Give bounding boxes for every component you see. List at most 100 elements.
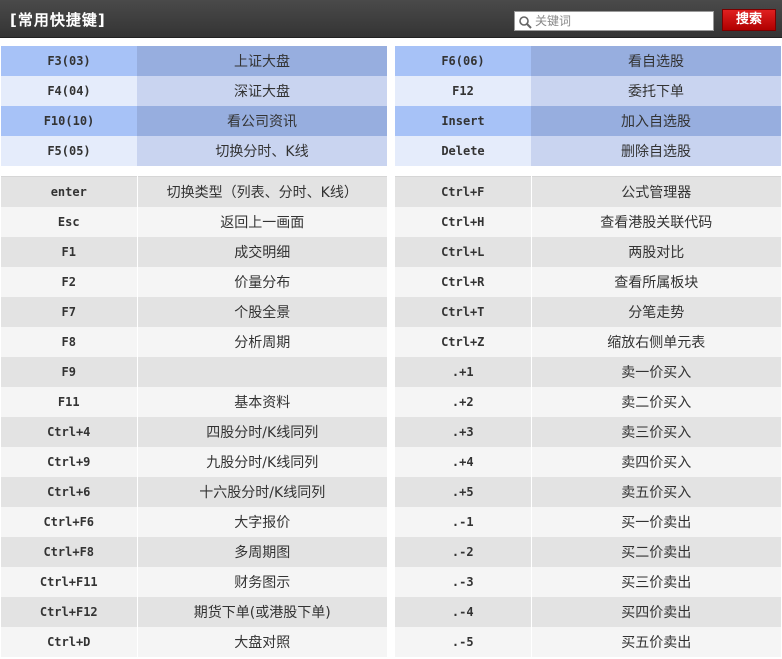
table-row: Delete 删除自选股 xyxy=(395,136,781,166)
table-row: .-4 买四价卖出 xyxy=(395,596,781,627)
shortcut-table-top-left: F3(03) 上证大盘 F4(04) 深证大盘 F10(10) 看公司资讯 F5(05) 切换… xyxy=(1,46,387,166)
shortcut-function: 九股分时/K线同列 xyxy=(136,446,387,477)
header-bar: [常用快捷键] 搜索 xyxy=(0,0,782,38)
shortcut-key: .-4 xyxy=(395,596,531,627)
shortcut-function: 卖四价买入 xyxy=(530,446,781,477)
search-button[interactable]: 搜索 xyxy=(722,9,776,31)
shortcut-function: 深证大盘 xyxy=(137,76,387,106)
table-row: F2 价量分布 xyxy=(1,266,387,297)
shortcut-function: 加入自选股 xyxy=(531,106,781,136)
table-row: Ctrl+F6 大字报价 xyxy=(1,506,387,537)
shortcut-key: F2 xyxy=(1,266,137,297)
shortcut-function: 切换分时、K线 xyxy=(137,136,387,166)
table-row: F3(03) 上证大盘 xyxy=(1,46,387,76)
shortcut-table-bottom-left: enter 切换类型（列表、分时、K线） Esc 返回上一画面 F1 成交明细 F2 价量分布… xyxy=(1,176,387,657)
shortcut-function: 多周期图 xyxy=(136,536,387,567)
table-row: F9 xyxy=(1,356,387,387)
shortcut-key: Ctrl+F xyxy=(395,176,531,207)
table-row: Ctrl+R 查看所属板块 xyxy=(395,266,781,297)
search-input[interactable] xyxy=(535,13,711,29)
shortcut-function: 查看港股关联代码 xyxy=(530,206,781,237)
shortcut-function: 看公司资讯 xyxy=(137,106,387,136)
shortcut-key: F8 xyxy=(1,326,137,357)
table-row: Ctrl+9 九股分时/K线同列 xyxy=(1,446,387,477)
shortcut-function: 期货下单(或港股下单) xyxy=(136,596,387,627)
shortcut-function: 上证大盘 xyxy=(137,46,387,76)
table-row: Ctrl+F 公式管理器 xyxy=(395,176,781,207)
shortcut-key: F9 xyxy=(1,356,137,387)
table-row: .+2 卖二价买入 xyxy=(395,386,781,417)
shortcut-key: enter xyxy=(1,176,137,207)
table-row: Ctrl+L 两股对比 xyxy=(395,236,781,267)
table-row: Ctrl+F8 多周期图 xyxy=(1,536,387,567)
table-row: F6(06) 看自选股 xyxy=(395,46,781,76)
table-row: F8 分析周期 xyxy=(1,326,387,357)
table-row: .+1 卖一价买入 xyxy=(395,356,781,387)
table-row: Ctrl+F12 期货下单(或港股下单) xyxy=(1,596,387,627)
shortcut-key: .-3 xyxy=(395,566,531,597)
shortcut-function: 公式管理器 xyxy=(530,176,781,207)
table-row: .+3 卖三价买入 xyxy=(395,416,781,447)
shortcut-key: .+2 xyxy=(395,386,531,417)
shortcut-function: 基本资料 xyxy=(136,386,387,417)
shortcut-key: F3(03) xyxy=(1,46,137,76)
table-row: Insert 加入自选股 xyxy=(395,106,781,136)
shortcut-key: .+3 xyxy=(395,416,531,447)
shortcut-table-top-right: F6(06) 看自选股 F12 委托下单 Insert 加入自选股 Delete 删除自选股 xyxy=(395,46,781,166)
table-row: F7 个股全景 xyxy=(1,296,387,327)
shortcut-function: 分笔走势 xyxy=(530,296,781,327)
shortcut-key: Esc xyxy=(1,206,137,237)
shortcut-key: Ctrl+Z xyxy=(395,326,531,357)
shortcut-function: 买五价卖出 xyxy=(530,626,781,657)
shortcut-key: Insert xyxy=(395,106,531,136)
shortcut-function: 缩放右侧单元表 xyxy=(530,326,781,357)
shortcut-key: Ctrl+9 xyxy=(1,446,137,477)
table-row: F11 基本资料 xyxy=(1,386,387,417)
shortcut-key: .+5 xyxy=(395,476,531,507)
shortcut-function: 卖一价买入 xyxy=(530,356,781,387)
table-row: F10(10) 看公司资讯 xyxy=(1,106,387,136)
shortcut-key: Ctrl+6 xyxy=(1,476,137,507)
shortcut-function: 查看所属板块 xyxy=(530,266,781,297)
shortcut-key: Ctrl+H xyxy=(395,206,531,237)
shortcut-key: F4(04) xyxy=(1,76,137,106)
shortcut-function: 卖二价买入 xyxy=(530,386,781,417)
shortcut-function: 买一价卖出 xyxy=(530,506,781,537)
shortcut-key: .-1 xyxy=(395,506,531,537)
shortcut-key: Ctrl+F6 xyxy=(1,506,137,537)
table-row: enter 切换类型（列表、分时、K线） xyxy=(1,176,387,207)
shortcut-key: F10(10) xyxy=(1,106,137,136)
search-box[interactable] xyxy=(514,11,714,31)
shortcut-function: 两股对比 xyxy=(530,236,781,267)
table-row: .+5 卖五价买入 xyxy=(395,476,781,507)
shortcut-key: Ctrl+D xyxy=(1,626,137,657)
shortcut-key: F12 xyxy=(395,76,531,106)
table-row: Ctrl+T 分笔走势 xyxy=(395,296,781,327)
shortcut-key: Delete xyxy=(395,136,531,166)
table-row: Ctrl+D 大盘对照 xyxy=(1,626,387,657)
table-row: .-2 买二价卖出 xyxy=(395,536,781,567)
shortcut-key: F5(05) xyxy=(1,136,137,166)
shortcut-function: 卖五价买入 xyxy=(530,476,781,507)
shortcut-key: Ctrl+F8 xyxy=(1,536,137,567)
shortcut-key: F6(06) xyxy=(395,46,531,76)
shortcut-key: Ctrl+R xyxy=(395,266,531,297)
shortcut-function: 十六股分时/K线同列 xyxy=(136,476,387,507)
table-row: Ctrl+H 查看港股关联代码 xyxy=(395,206,781,237)
shortcut-function: 分析周期 xyxy=(136,326,387,357)
table-row: Ctrl+Z 缩放右侧单元表 xyxy=(395,326,781,357)
table-row: .-5 买五价卖出 xyxy=(395,626,781,657)
table-row: F4(04) 深证大盘 xyxy=(1,76,387,106)
shortcut-key: F7 xyxy=(1,296,137,327)
table-row: Ctrl+4 四股分时/K线同列 xyxy=(1,416,387,447)
table-row: .+4 卖四价买入 xyxy=(395,446,781,477)
shortcut-key: Ctrl+F11 xyxy=(1,566,137,597)
shortcut-function xyxy=(136,356,387,387)
shortcut-function: 个股全景 xyxy=(136,296,387,327)
shortcut-key: Ctrl+T xyxy=(395,296,531,327)
table-row: Ctrl+F11 财务图示 xyxy=(1,566,387,597)
shortcut-function: 切换类型（列表、分时、K线） xyxy=(136,176,387,207)
shortcut-table-bottom-right: Ctrl+F 公式管理器 Ctrl+H 查看港股关联代码 Ctrl+L 两股对比 Ctrl+… xyxy=(395,176,781,657)
shortcut-key: .+4 xyxy=(395,446,531,477)
shortcut-key: F1 xyxy=(1,236,137,267)
